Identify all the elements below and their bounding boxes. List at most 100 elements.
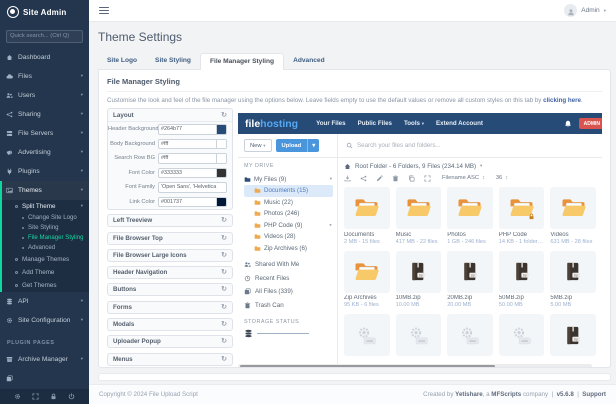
sidebar-item-files[interactable]: Files ▾ [0,67,89,86]
sidebar-item-dashboard[interactable]: Dashboard [0,48,89,67]
reset-icon[interactable]: ↻ [221,338,227,345]
horizontal-scrollbar[interactable] [238,364,592,368]
yetishare-link[interactable]: Yetishare [455,391,483,398]
tree-item-my-files[interactable]: My Files (9) ▾ [244,173,337,185]
sidebar-item-get-themes[interactable]: Get Themes [2,279,89,292]
tile-documents[interactable]: Documents 2 MB - 15 files [344,187,390,245]
sidebar-item-site-configuration[interactable]: Site Configuration ▾ [0,311,89,330]
body-background-input[interactable] [159,140,216,149]
sidebar-item-site-styling[interactable]: Site Styling [2,223,89,233]
mfscripts-link[interactable]: MFScripts [491,391,521,398]
section-uploader-popup[interactable]: Uploader Popup↻ [107,335,233,348]
tile-10mb-zip[interactable]: 10MB.zip 10.00 MB [396,251,442,309]
tree-item-music[interactable]: Music (22) [244,197,337,209]
reset-icon[interactable]: ↻ [221,217,227,224]
page-size-arrows-icon[interactable]: ↕ [505,175,508,181]
scrollbar-thumb[interactable] [240,365,495,368]
hamburger-menu-icon[interactable] [99,7,109,15]
sidebar-item-partial[interactable] [0,369,89,388]
color-swatch[interactable] [216,169,226,178]
reset-icon[interactable]: ↻ [221,304,227,311]
admin-badge[interactable]: ADMIN [579,118,602,129]
nav-your-files[interactable]: Your Files [316,120,345,127]
tree-item-photos[interactable]: Photos (246) [244,208,337,220]
delete-icon[interactable] [392,175,399,182]
tree-item-zip-archives[interactable]: Zip Archives (6) [244,243,337,255]
sidebar-item-users[interactable]: Users ▾ [0,86,89,105]
reset-icon[interactable]: ↻ [221,252,227,259]
reset-icon[interactable]: ↻ [221,286,227,293]
color-swatch[interactable] [216,125,226,134]
sidebar-item-archive-manager[interactable]: Archive Manager ▾ [0,350,89,369]
user-menu[interactable]: Admin ▾ [564,4,606,17]
section-modals[interactable]: Modals↻ [107,318,233,331]
tile-20mb-zip[interactable]: 20MB.zip 20.00 MB [447,251,493,309]
tree-item-php-code[interactable]: PHP Code (9) ▸ [244,220,337,232]
fullscreen-icon[interactable] [424,175,431,182]
lock-icon[interactable] [50,393,57,400]
filehosting-logo[interactable]: filehosting [245,118,298,130]
page-size-selector[interactable]: 36 [496,175,502,181]
new-button[interactable]: New ▾ [244,139,272,152]
section-header-navigation[interactable]: Header Navigation↻ [107,266,233,279]
quick-search-input[interactable] [6,30,83,43]
link-trash-can[interactable]: Trash Can [244,299,337,313]
section-forms[interactable]: Forms↻ [107,301,233,314]
tile-zip-loading[interactable] [550,314,596,356]
reset-icon[interactable]: ↻ [221,356,227,363]
link-color-input[interactable] [159,198,216,207]
sidebar-item-plugins[interactable]: Plugins ▾ [0,162,89,181]
tile-music[interactable]: Music 417 MB - 22 files [396,187,442,245]
reset-icon[interactable]: ↻ [221,112,227,119]
reset-icon[interactable]: ↻ [221,235,227,242]
sidebar-item-advertising[interactable]: Advertising ▾ [0,143,89,162]
header-background-input[interactable] [159,125,216,134]
color-swatch[interactable] [216,198,226,207]
sort-selector[interactable]: Filename ASC [442,175,479,181]
tile-photos[interactable]: Photos 1 GB - 246 files [447,187,493,245]
sidebar-item-advanced[interactable]: Advanced [2,243,89,253]
search-row-bg-input[interactable] [159,154,216,163]
nav-tools[interactable]: Tools ▾ [404,120,424,127]
share-icon[interactable] [360,175,367,182]
download-icon[interactable] [344,175,351,182]
sidebar-item-add-theme[interactable]: Add Theme [2,266,89,279]
tile-5mb-zip[interactable]: 5MB.zip 5.00 MB [550,251,596,309]
expand-icon[interactable] [32,393,39,400]
tile-50mb-zip[interactable]: 50MB.zip 50.00 MB [499,251,545,309]
tab-site-logo[interactable]: Site Logo [98,53,146,69]
section-file-browser-large-icons[interactable]: File Browser Large Icons↻ [107,249,233,262]
sidebar-item-sharing[interactable]: Sharing ▾ [0,105,89,124]
power-icon[interactable] [68,393,75,400]
link-shared-with-me[interactable]: Shared With Me [244,258,337,272]
nav-public-files[interactable]: Public Files [358,120,392,127]
preview-search[interactable]: Search your files and folders... [338,134,602,157]
brand[interactable]: Site Admin [0,0,89,22]
section-left-treeview[interactable]: Left Treeview↻ [107,214,233,227]
tab-file-manager-styling[interactable]: File Manager Styling [200,53,284,70]
upload-button[interactable]: Upload▾ [276,139,320,152]
tile-zip-archives[interactable]: Zip Archives 95 KB - 6 files [344,251,390,309]
reset-icon[interactable]: ↻ [221,269,227,276]
section-file-browser-top[interactable]: File Browser Top↻ [107,232,233,245]
tree-item-documents[interactable]: Documents (15) [244,185,333,197]
section-menus[interactable]: Menus↻ [107,353,233,366]
sidebar-item-api[interactable]: API ▾ [0,292,89,311]
color-swatch[interactable] [216,154,226,163]
tile-videos[interactable]: Videos 631 MB - 28 files [550,187,596,245]
sidebar-item-manage-themes[interactable]: Manage Themes [2,253,89,266]
breadcrumb[interactable]: Root Folder - 6 Folders, 9 Files (234.14… [344,160,596,172]
rename-icon[interactable] [376,175,383,182]
bell-icon[interactable] [564,120,572,128]
tab-site-styling[interactable]: Site Styling [146,53,200,69]
tab-advanced[interactable]: Advanced [284,53,334,69]
link-recent-files[interactable]: Recent Files [244,272,337,286]
reset-icon[interactable]: ↻ [221,321,227,328]
sidebar-item-change-site-logo[interactable]: Change Site Logo [2,213,89,223]
sidebar-item-file-servers[interactable]: File Servers ▾ [0,124,89,143]
sidebar-item-split-theme[interactable]: Split Theme ▾ [2,200,89,213]
gear-icon[interactable] [14,393,21,400]
support-link[interactable]: Support [582,391,606,398]
nav-extend-account[interactable]: Extend Account [436,120,483,127]
sidebar-item-themes[interactable]: Themes ▾ [2,181,89,200]
